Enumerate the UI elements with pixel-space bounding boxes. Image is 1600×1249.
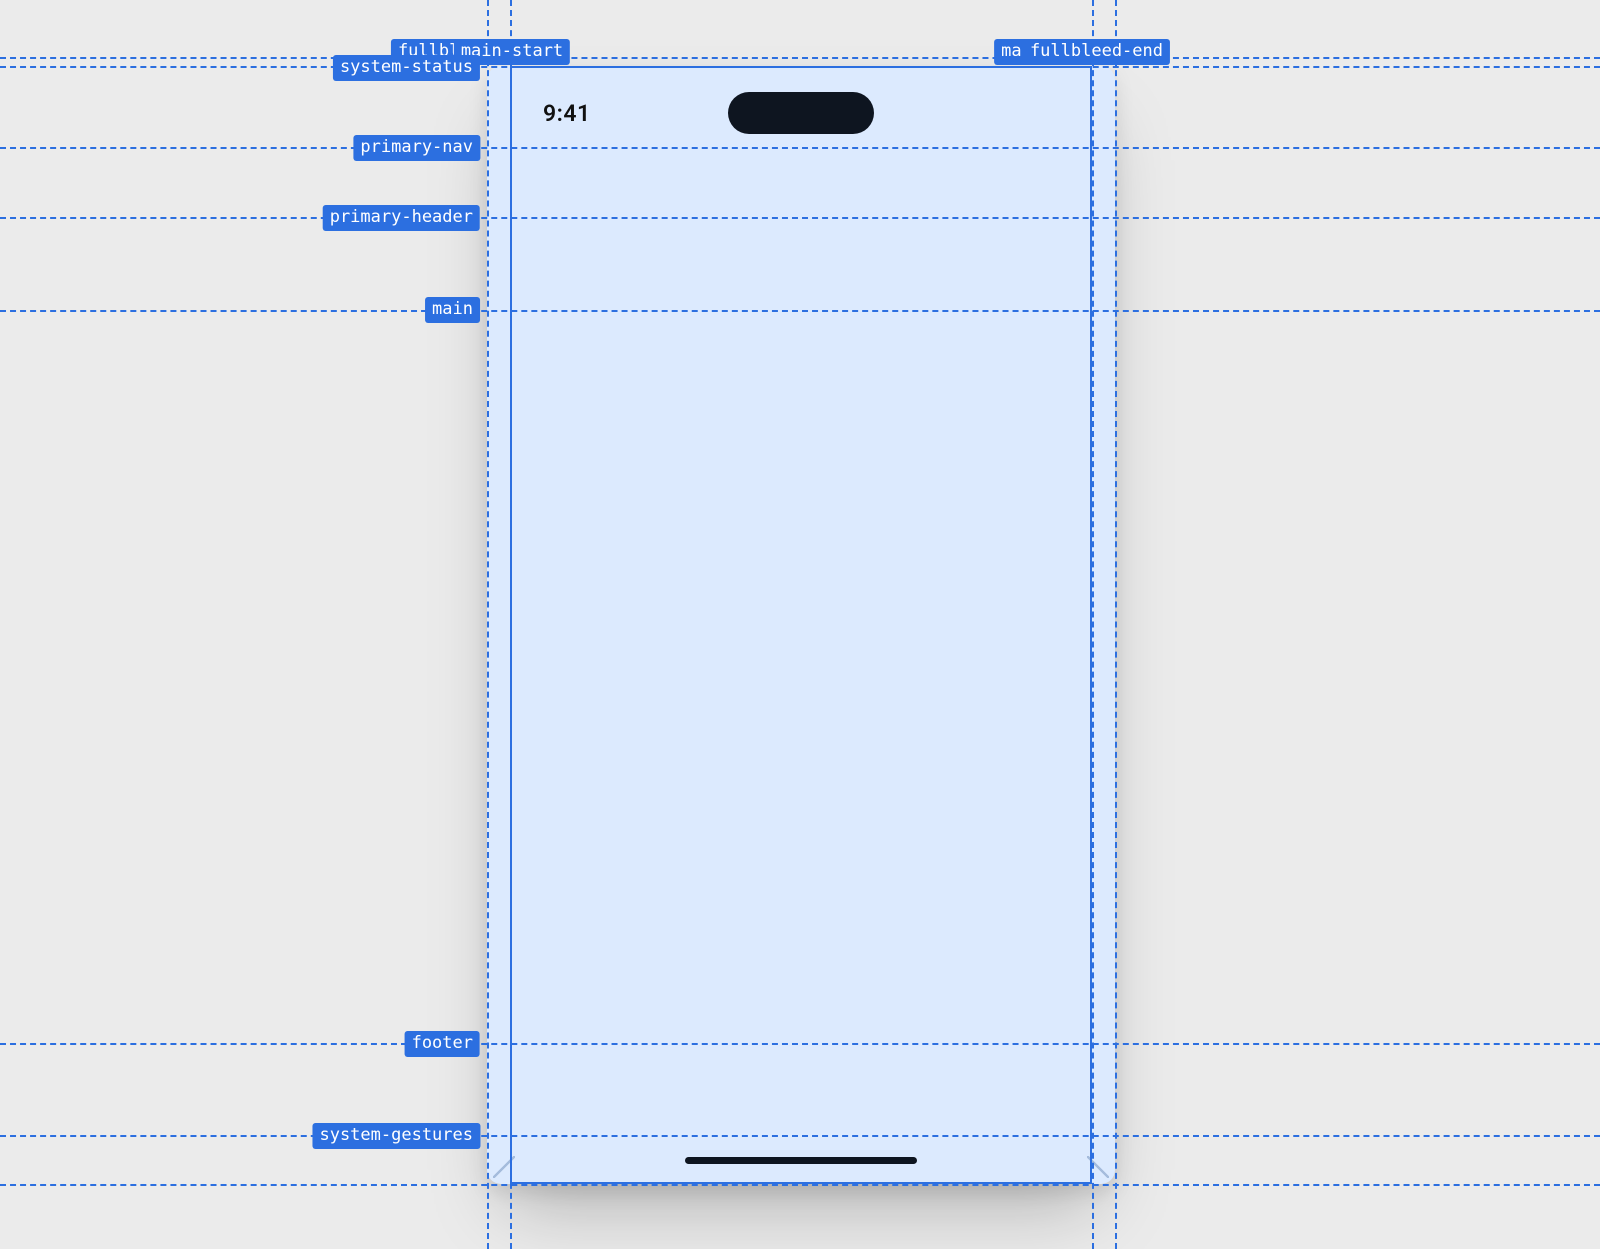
label-primary-nav: primary-nav [353, 135, 480, 161]
label-fullbleed-end: fullbleed-end [1023, 39, 1170, 65]
dynamic-island [728, 92, 874, 134]
hguide-bottom [0, 1184, 1600, 1186]
home-indicator [685, 1157, 917, 1164]
hguide-top [0, 57, 1600, 59]
vguide-fullbleed-end [1115, 0, 1117, 1249]
label-system-status: system-status [333, 55, 480, 81]
label-footer: footer [405, 1031, 480, 1057]
label-main: main [425, 297, 480, 323]
diagram-stage: 9:41 fullbleed main-start main-end fullb… [0, 0, 1600, 1249]
phone-frame: 9:41 [487, 66, 1115, 1184]
label-system-gestures: system-gestures [312, 1123, 480, 1149]
label-primary-header: primary-header [323, 205, 480, 231]
status-bar-time: 9:41 [543, 100, 591, 127]
